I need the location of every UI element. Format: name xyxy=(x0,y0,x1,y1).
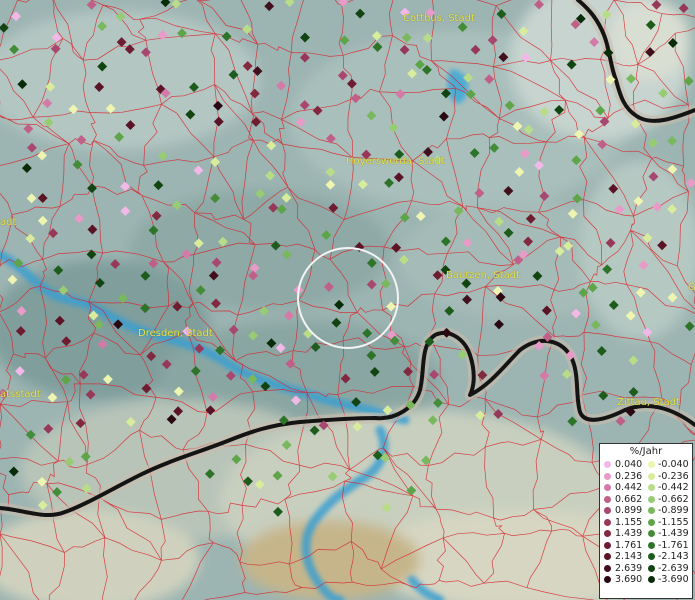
legend-swatch-positive xyxy=(604,553,611,560)
city-label-left-fragment-2: atsstadt xyxy=(0,389,41,400)
legend-row: 3.690 -3.690 xyxy=(600,574,692,586)
legend-label-positive: 3.690 xyxy=(615,574,643,585)
legend-swatch-positive xyxy=(604,507,611,514)
legend-row: 2.143 -2.143 xyxy=(600,551,692,563)
legend-label-negative: -1.761 xyxy=(658,539,689,551)
legend-row: 1.761 -1.761 xyxy=(600,540,692,552)
legend-swatch-positive xyxy=(604,495,611,503)
legend-swatch-negative xyxy=(648,472,655,480)
legend: %/Jahr 0.040 -0.040 0.236 -0.236 0.442 -0.442… xyxy=(599,443,693,599)
legend-title: %/Jahr xyxy=(629,446,663,457)
legend-swatch-negative xyxy=(648,518,655,526)
legend-row: 0.236 -0.236 xyxy=(600,471,692,483)
legend-swatch-negative xyxy=(648,564,655,572)
legend-swatch-positive xyxy=(604,564,611,572)
legend-swatch-negative xyxy=(648,576,655,583)
city-label-dresden: Dresden, Stadt xyxy=(138,328,213,339)
legend-label-positive: 0.442 xyxy=(615,482,643,493)
city-label-zittau: Zittau, Stadt xyxy=(617,397,680,408)
legend-label-negative: -1.155 xyxy=(658,516,689,528)
legend-swatch-positive xyxy=(604,576,611,583)
legend-label-negative: -2.143 xyxy=(658,551,689,562)
city-label-hoyerswerda: Hoyerswerda, Stadt xyxy=(346,156,445,167)
legend-label-positive: 2.143 xyxy=(615,551,643,562)
legend-label-negative: -0.442 xyxy=(658,482,689,493)
city-label-bautzen: Bautzen, Stadt xyxy=(446,270,521,281)
legend-label-positive: 0.236 xyxy=(615,470,643,482)
legend-label-positive: 1.761 xyxy=(615,539,643,551)
legend-row: 0.040 -0.040 xyxy=(600,459,692,471)
legend-label-negative: -2.639 xyxy=(658,562,689,574)
legend-swatch-positive xyxy=(604,484,611,491)
legend-row: 0.442 -0.442 xyxy=(600,482,692,494)
legend-swatch-negative xyxy=(648,484,655,491)
legend-label-positive: 2.639 xyxy=(615,562,643,574)
legend-swatch-negative xyxy=(648,461,655,468)
legend-swatch-positive xyxy=(604,461,611,468)
legend-label-negative: -0.236 xyxy=(658,470,689,482)
legend-row: 0.899 -0.899 xyxy=(600,505,692,517)
map-view[interactable]: Cottbus, Stadt Hoyerswerda, Stadt Bautze… xyxy=(0,0,695,600)
legend-label-negative: -0.899 xyxy=(658,505,689,516)
legend-label-positive: 0.040 xyxy=(615,459,643,470)
city-label-right-fragment: G xyxy=(688,282,695,293)
selection-circle[interactable] xyxy=(0,0,695,600)
legend-label-positive: 0.899 xyxy=(615,505,643,516)
legend-row: 1.439 -1.439 xyxy=(600,528,692,540)
city-label-left-fragment: adt xyxy=(0,217,17,228)
legend-swatch-positive xyxy=(604,472,611,480)
legend-label-negative: -0.040 xyxy=(658,459,689,470)
legend-label-negative: -0.662 xyxy=(658,493,689,505)
legend-swatch-negative xyxy=(648,541,655,549)
legend-swatch-negative xyxy=(648,530,655,537)
legend-label-positive: 1.439 xyxy=(615,528,643,539)
legend-label-negative: -1.439 xyxy=(658,528,689,539)
legend-label-positive: 0.662 xyxy=(615,493,643,505)
legend-row: 0.662 -0.662 xyxy=(600,494,692,506)
legend-swatch-positive xyxy=(604,541,611,549)
legend-row: 1.155 -1.155 xyxy=(600,517,692,529)
legend-swatch-negative xyxy=(648,507,655,514)
legend-row: 2.639 -2.639 xyxy=(600,563,692,575)
legend-swatch-negative xyxy=(648,495,655,503)
legend-label-positive: 1.155 xyxy=(615,516,643,528)
legend-swatch-positive xyxy=(604,530,611,537)
legend-swatch-positive xyxy=(604,518,611,526)
legend-rows: 0.040 -0.040 0.236 -0.236 0.442 -0.442 0.662 -0… xyxy=(600,459,692,586)
city-label-cottbus: Cottbus, Stadt xyxy=(403,13,475,24)
legend-label-negative: -3.690 xyxy=(658,574,689,585)
legend-swatch-negative xyxy=(648,553,655,560)
